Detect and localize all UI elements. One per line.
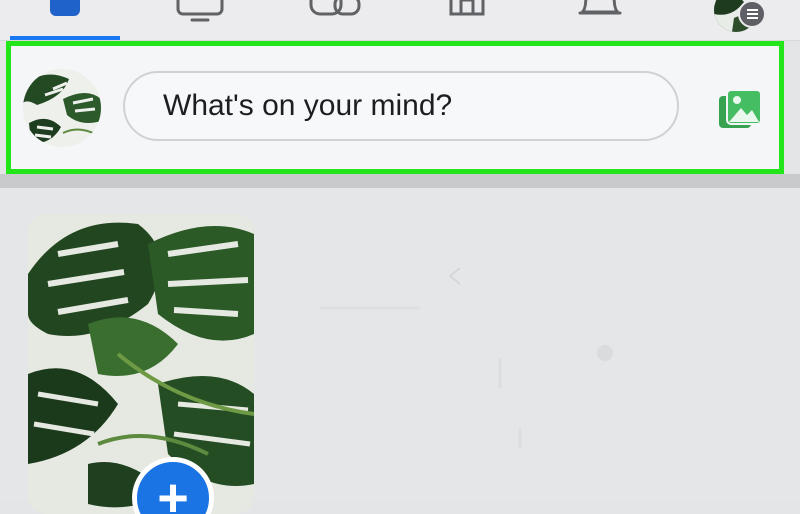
avatar[interactable] [23,69,101,147]
status-composer: What's on your mind? [6,41,784,174]
create-story-card[interactable]: + [28,214,254,514]
tab-notifications[interactable] [545,0,655,40]
photo-button[interactable] [717,88,763,130]
tab-watch[interactable] [145,0,255,40]
photo-icon [719,89,762,128]
home-icon [50,0,80,16]
section-divider [0,174,800,188]
top-navigation-bar [0,0,800,41]
faded-background-content [320,268,613,448]
groups-icon [309,0,361,16]
stories-section: + [0,188,800,514]
marketplace-icon [449,0,485,16]
status-input[interactable]: What's on your mind? [123,71,679,141]
story-photo [28,214,254,514]
menu-icon [738,0,766,28]
plus-icon: + [157,468,189,514]
notifications-icon [578,0,622,15]
tab-home[interactable] [10,0,120,40]
watch-icon [176,0,224,22]
tab-groups[interactable] [280,0,390,40]
status-input-placeholder: What's on your mind? [163,89,453,122]
tab-marketplace[interactable] [412,0,522,40]
